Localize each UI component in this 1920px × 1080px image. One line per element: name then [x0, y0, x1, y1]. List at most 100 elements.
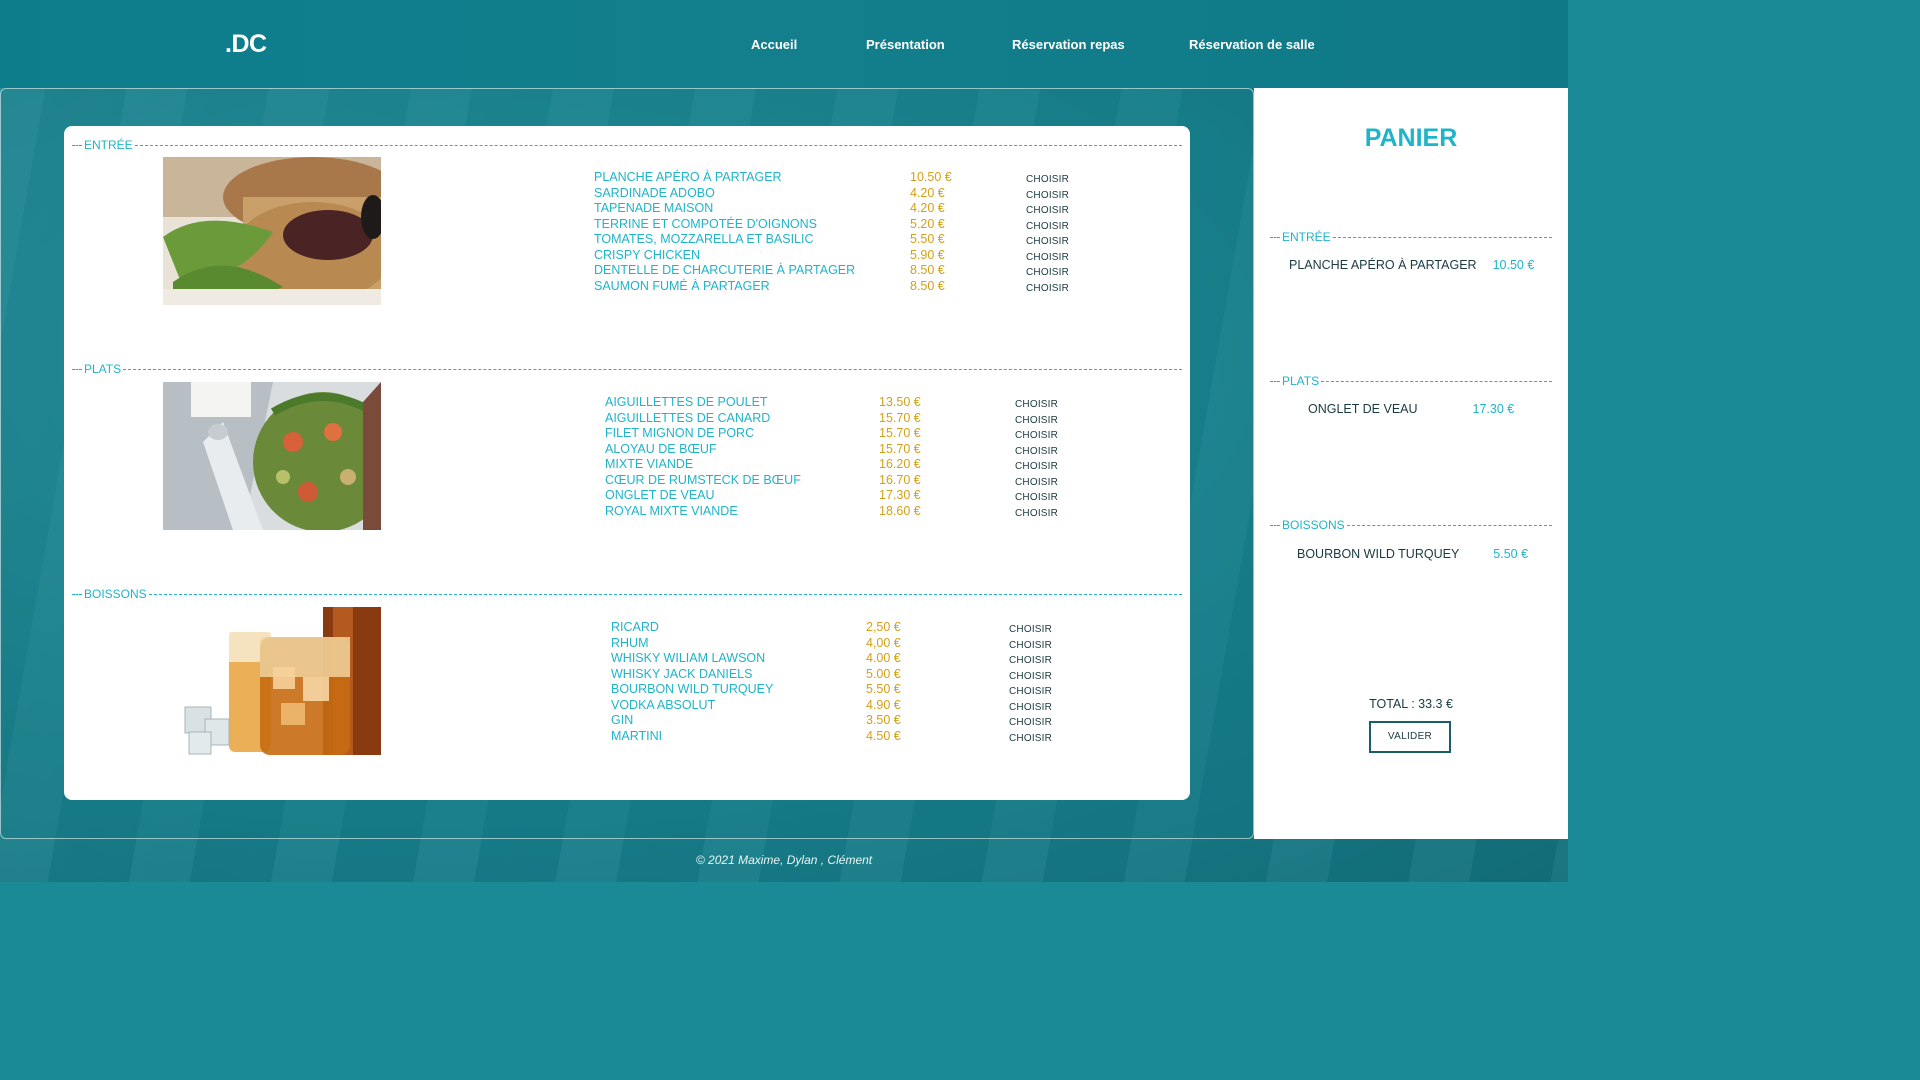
section-header-boissons: BOISSONS — [72, 587, 1182, 601]
item-name: VODKA ABSOLUT — [611, 697, 716, 712]
item-price: 5.20 € — [910, 216, 945, 231]
item-price: 10.50 € — [910, 170, 952, 184]
item-name: ALOYAU DE BŒUF — [605, 441, 717, 456]
item-name: GIN — [611, 713, 634, 727]
plats-items: AIGUILLETTES DE POULET 13.50 € CHOISIR AIG… — [605, 395, 1165, 519]
item-price: 15.70 € — [879, 426, 921, 440]
item-price: 4,00 € — [866, 635, 901, 650]
menu-item: ONGLET DE VEAU 17.30 € CHOISIR — [605, 488, 1165, 504]
cart-section-title: ENTRÉE — [1282, 230, 1331, 244]
cart-item-name: BOURBON WILD TURQUEY — [1297, 547, 1460, 561]
menu-item: WHISKY WILIAM LAWSON 4.00 € CHOISIR — [611, 651, 1171, 667]
item-name: BOURBON WILD TURQUEY — [611, 682, 774, 696]
menu-item: BOURBON WILD TURQUEY 5.50 € CHOISIR — [611, 682, 1171, 698]
choose-button[interactable]: CHOISIR — [1026, 281, 1069, 297]
item-name: TERRINE ET COMPOTÉE D'OIGNONS — [594, 216, 818, 231]
item-name: RHUM — [611, 635, 649, 650]
menu-item: RHUM 4,00 € CHOISIR — [611, 636, 1171, 652]
menu-item: GIN 3.50 € CHOISIR — [611, 713, 1171, 729]
cart-section-title: BOISSONS — [1282, 518, 1345, 532]
nav-link-reservation-repas[interactable]: Réservation repas — [1012, 37, 1125, 52]
item-price: 15.70 € — [879, 441, 921, 456]
cart-item-name: PLANCHE APÉRO À PARTAGER — [1289, 258, 1477, 272]
item-price: 17.30 € — [879, 488, 921, 502]
item-price: 4.90 € — [866, 697, 901, 712]
menu-item: AIGUILLETTES DE CANARD 15.70 € CHOISIR — [605, 411, 1165, 427]
menu-item: MARTINI 4.50 € CHOISIR — [611, 729, 1171, 745]
boissons-items: RICARD 2,50 € CHOISIR RHUM 4,00 € CHOISIR WH… — [611, 620, 1171, 744]
item-price: 4.20 € — [910, 201, 945, 215]
menu-card: ENTRÉE PLANCHE APÉRO À PARTAGER 10.50 € CH… — [64, 126, 1190, 800]
menu-item: ROYAL MIXTE VIANDE 18.60 € CHOISIR — [605, 504, 1165, 520]
choose-button[interactable]: CHOISIR — [1009, 731, 1052, 747]
item-name: CŒUR DE RUMSTECK DE BŒUF — [605, 472, 801, 487]
cart-section-entree: ENTRÉE — [1270, 230, 1552, 244]
menu-item: CŒUR DE RUMSTECK DE BŒUF 16.70 € CHOISIR — [605, 473, 1165, 489]
footer-copyright: © 2021 Maxime, Dylan , Clément — [695, 853, 873, 867]
cart-total: TOTAL : 33.3 € — [1369, 697, 1453, 711]
header: .DC Accueil Présentation Réservation rep… — [0, 0, 1568, 88]
choose-button[interactable]: CHOISIR — [1015, 506, 1058, 522]
entree-items: PLANCHE APÉRO À PARTAGER 10.50 € CHOISIR S… — [594, 170, 1154, 294]
menu-item: PLANCHE APÉRO À PARTAGER 10.50 € CHOISIR — [594, 170, 1154, 186]
cart-item: PLANCHE APÉRO À PARTAGER 10.50 € — [1289, 258, 1534, 272]
item-name: PLANCHE APÉRO À PARTAGER — [594, 170, 782, 184]
boissons-photo — [163, 607, 381, 755]
item-price: 5.90 € — [910, 247, 945, 262]
logo[interactable]: .DC — [225, 30, 267, 59]
section-title: BOISSONS — [84, 587, 147, 601]
item-name: MARTINI — [611, 728, 663, 743]
menu-item: ALOYAU DE BŒUF 15.70 € CHOISIR — [605, 442, 1165, 458]
item-name: RICARD — [611, 620, 659, 634]
section-title: ENTRÉE — [84, 138, 133, 152]
item-price: 8.50 € — [910, 278, 945, 293]
menu-item: DENTELLE DE CHARCUTERIE À PARTAGER 8.50 €… — [594, 263, 1154, 279]
item-price: 5.50 € — [910, 232, 945, 246]
item-price: 13.50 € — [879, 395, 921, 409]
item-price: 4.20 € — [910, 185, 945, 200]
nav-link-accueil[interactable]: Accueil — [751, 37, 797, 52]
cart-panel: PANIER ENTRÉE PLANCHE APÉRO À PARTAGER 10… — [1254, 88, 1568, 839]
item-price: 16.70 € — [879, 472, 921, 487]
validate-button[interactable]: VALIDER — [1369, 721, 1451, 753]
menu-item: WHISKY JACK DANIELS 5.00 € CHOISIR — [611, 667, 1171, 683]
item-price: 3.50 € — [866, 713, 901, 727]
item-name: SARDINADE ADOBO — [594, 185, 715, 200]
nav-link-reservation-salle[interactable]: Réservation de salle — [1189, 37, 1315, 52]
item-price: 8.50 € — [910, 263, 945, 277]
item-name: AIGUILLETTES DE CANARD — [605, 410, 771, 425]
menu-item: CRISPY CHICKEN 5.90 € CHOISIR — [594, 248, 1154, 264]
cart-item-name: ONGLET DE VEAU — [1308, 402, 1418, 416]
item-name: WHISKY WILIAM LAWSON — [611, 651, 766, 665]
nav-link-presentation[interactable]: Présentation — [866, 37, 945, 52]
item-price: 18.60 € — [879, 503, 921, 518]
cart-section-plats: PLATS — [1270, 374, 1552, 388]
menu-item: TERRINE ET COMPOTÉE D'OIGNONS 5.20 € CHOIS… — [594, 217, 1154, 233]
cart-item-price: 10.50 € — [1492, 258, 1535, 272]
cart-item: BOURBON WILD TURQUEY 5.50 € — [1297, 547, 1528, 561]
item-name: WHISKY JACK DANIELS — [611, 666, 753, 681]
menu-item: RICARD 2,50 € CHOISIR — [611, 620, 1171, 636]
menu-item: VODKA ABSOLUT 4.90 € CHOISIR — [611, 698, 1171, 714]
entree-photo — [163, 157, 381, 305]
item-name: ONGLET DE VEAU — [605, 488, 715, 502]
item-name: TOMATES, MOZZARELLA ET BASILIC — [594, 232, 814, 246]
cart-section-boissons: BOISSONS — [1270, 518, 1552, 532]
section-header-plats: PLATS — [72, 362, 1182, 376]
menu-item: SARDINADE ADOBO 4.20 € CHOISIR — [594, 186, 1154, 202]
section-title: PLATS — [84, 362, 122, 376]
cart-item-price: 5.50 € — [1493, 547, 1529, 561]
cart-item-price: 17.30 € — [1472, 402, 1515, 416]
item-price: 2,50 € — [866, 620, 901, 634]
menu-item: AIGUILLETTES DE POULET 13.50 € CHOISIR — [605, 395, 1165, 411]
plats-photo — [163, 382, 381, 530]
menu-item: TOMATES, MOZZARELLA ET BASILIC 5.50 € CHOI… — [594, 232, 1154, 248]
section-header-entree: ENTRÉE — [72, 138, 1182, 152]
item-name: MIXTE VIANDE — [605, 457, 694, 471]
cart-item: ONGLET DE VEAU 17.30 € — [1308, 402, 1514, 416]
item-price: 5.00 € — [866, 666, 901, 681]
item-name: ROYAL MIXTE VIANDE — [605, 503, 738, 518]
item-name: CRISPY CHICKEN — [594, 247, 701, 262]
item-name: DENTELLE DE CHARCUTERIE À PARTAGER — [594, 263, 856, 277]
item-name: SAUMON FUMÉ À PARTAGER — [594, 278, 770, 293]
